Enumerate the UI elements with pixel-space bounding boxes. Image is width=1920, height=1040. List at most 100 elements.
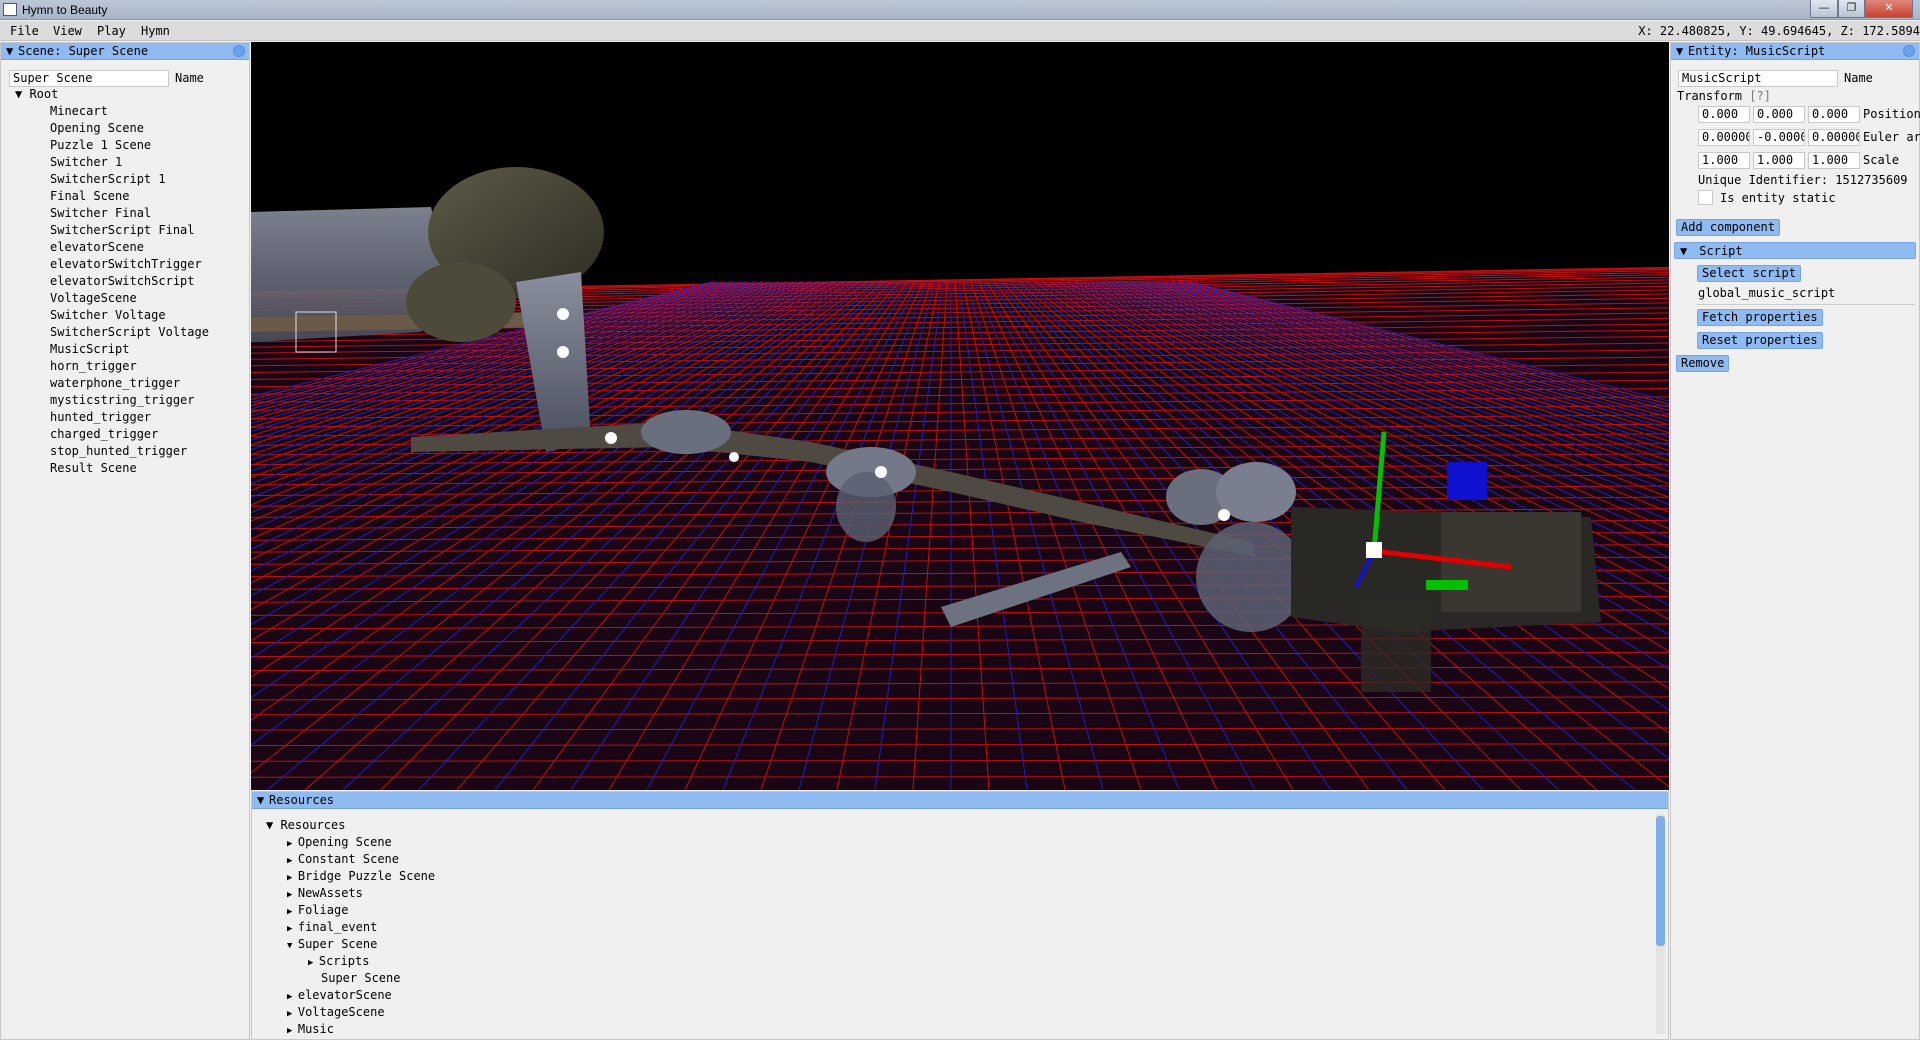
collapsed-arrow-icon[interactable]: ▶ xyxy=(287,839,298,849)
scale-y-input[interactable]: 1.000 xyxy=(1753,152,1805,169)
gizmo-center-handle[interactable] xyxy=(1366,542,1382,558)
resources-root[interactable]: ▼ Resources xyxy=(266,818,345,832)
resources-scrollbar[interactable] xyxy=(1656,814,1665,1034)
collapsed-arrow-icon[interactable]: ▶ xyxy=(287,924,298,934)
collapsed-arrow-icon[interactable]: ▶ xyxy=(287,907,298,917)
gizmo-plane-handle[interactable] xyxy=(1447,462,1487,500)
gizmo-plane-handle-green[interactable] xyxy=(1426,580,1468,590)
remove-component-button[interactable]: Remove xyxy=(1676,355,1730,372)
scene-entity-item[interactable]: mysticstring_trigger xyxy=(50,393,195,407)
menu-view[interactable]: View xyxy=(53,24,82,38)
scene-entity-item[interactable]: Switcher 1 xyxy=(50,155,122,169)
scene-panel-header[interactable]: ▼ Scene: Super Scene xyxy=(1,43,249,60)
scrollbar-thumb[interactable] xyxy=(1656,816,1665,946)
resources-panel: ▼ Resources ▼ Resources ▶ Opening Scene ▶ … xyxy=(251,791,1669,1040)
script-component-header[interactable]: ▼ Script xyxy=(1674,242,1916,259)
entity-name-label: Name xyxy=(1844,71,1873,85)
collapsed-arrow-icon[interactable]: ▶ xyxy=(308,958,319,968)
menu-file[interactable]: File xyxy=(10,24,39,38)
scene-entity-item[interactable]: Minecart xyxy=(50,104,108,118)
position-x-input[interactable]: 0.000 xyxy=(1698,106,1750,123)
euler-label: Euler ar xyxy=(1863,130,1920,144)
resources-root-label: Resources xyxy=(280,818,346,832)
scene-entity-item[interactable]: stop_hunted_trigger xyxy=(50,444,187,458)
scene-entity-item[interactable]: MusicScript xyxy=(50,342,129,356)
is-static-checkbox[interactable] xyxy=(1698,190,1713,205)
scale-label: Scale xyxy=(1863,153,1900,167)
scene-name-input[interactable]: Super Scene xyxy=(9,70,169,87)
scene-entity-item[interactable]: SwitcherScript Final xyxy=(50,223,195,237)
resource-item[interactable]: ▶ elevatorScene xyxy=(287,988,392,1002)
collapsed-arrow-icon[interactable]: ▶ xyxy=(287,992,298,1002)
scene-entity-item[interactable]: elevatorSwitchTrigger xyxy=(50,257,202,271)
resource-item[interactable]: ▶ Music xyxy=(287,1022,334,1036)
collapsed-arrow-icon[interactable]: ▶ xyxy=(287,1009,298,1019)
menu-play[interactable]: Play xyxy=(97,24,126,38)
resource-item[interactable]: ▶ Bridge Puzzle Scene xyxy=(287,869,435,883)
reset-properties-button[interactable]: Reset properties xyxy=(1697,332,1823,349)
resource-item-label: Scripts xyxy=(318,954,370,968)
maximize-button[interactable]: ❐ xyxy=(1838,0,1865,18)
unique-identifier: Unique Identifier: 1512735609 xyxy=(1698,173,1908,187)
scene-entity-item[interactable]: SwitcherScript 1 xyxy=(50,172,166,186)
close-button[interactable]: ✕ xyxy=(1865,0,1913,18)
menu-hymn[interactable]: Hymn xyxy=(141,24,170,38)
fetch-properties-button[interactable]: Fetch properties xyxy=(1697,309,1823,326)
scene-entity-item[interactable]: Switcher Final xyxy=(50,206,151,220)
resource-item[interactable]: ▶ final_event xyxy=(287,920,377,934)
select-script-button[interactable]: Select script xyxy=(1697,265,1801,282)
scene-entity-item[interactable]: charged_trigger xyxy=(50,427,158,441)
3d-viewport[interactable] xyxy=(251,42,1669,790)
scene-entity-item[interactable]: Final Scene xyxy=(50,189,129,203)
scale-z-input[interactable]: 1.000 xyxy=(1808,152,1860,169)
resources-panel-header[interactable]: ▼ Resources xyxy=(252,792,1668,809)
collapsed-arrow-icon[interactable]: ▶ xyxy=(287,873,298,883)
scene-entity-item[interactable]: elevatorScene xyxy=(50,240,144,254)
collapsed-arrow-icon[interactable]: ▶ xyxy=(287,856,298,866)
scene-entity-item[interactable]: Switcher Voltage xyxy=(50,308,166,322)
panel-close-button[interactable] xyxy=(233,45,245,57)
entity-panel-header[interactable]: ▼ Entity: MusicScript xyxy=(1671,43,1919,60)
help-marker[interactable]: [?] xyxy=(1749,89,1771,103)
minimize-button[interactable]: — xyxy=(1810,0,1838,18)
euler-z-input[interactable]: 0.00000 xyxy=(1808,129,1860,146)
app-icon xyxy=(3,3,17,16)
scene-entity-item[interactable]: Opening Scene xyxy=(50,121,144,135)
collapse-caret-icon[interactable]: ▼ xyxy=(6,43,18,59)
scale-x-input[interactable]: 1.000 xyxy=(1698,152,1750,169)
collapse-caret-icon[interactable]: ▼ xyxy=(1680,243,1692,259)
scene-entity-item[interactable]: waterphone_trigger xyxy=(50,376,180,390)
scene-entity-item[interactable]: hunted_trigger xyxy=(50,410,151,424)
resource-item[interactable]: ▶ Scripts xyxy=(308,954,369,968)
resource-item[interactable]: ▶ Opening Scene xyxy=(287,835,392,849)
position-y-input[interactable]: 0.000 xyxy=(1753,106,1805,123)
resource-item[interactable]: ▶ Foliage xyxy=(287,903,348,917)
scene-entity-item[interactable]: Result Scene xyxy=(50,461,137,475)
collapsed-arrow-icon[interactable]: ▶ xyxy=(287,890,298,900)
euler-y-input[interactable]: -0.0000 xyxy=(1753,129,1805,146)
scene-entity-item[interactable]: SwitcherScript Voltage xyxy=(50,325,209,339)
resource-item[interactable]: ▶ VoltageScene xyxy=(287,1005,385,1019)
scene-entity-item[interactable]: VoltageScene xyxy=(50,291,137,305)
scene-entity-item[interactable]: elevatorSwitchScript xyxy=(50,274,195,288)
euler-x-input[interactable]: 0.00000 xyxy=(1698,129,1750,146)
collapse-caret-icon[interactable]: ▼ xyxy=(1676,43,1688,59)
add-component-button[interactable]: Add component xyxy=(1676,219,1780,236)
position-z-input[interactable]: 0.000 xyxy=(1808,106,1860,123)
resource-item[interactable]: ▼ Super Scene xyxy=(287,937,377,951)
resource-item[interactable]: ▶ NewAssets xyxy=(287,886,363,900)
entity-name-input[interactable]: MusicScript xyxy=(1678,70,1838,87)
expanded-arrow-icon[interactable]: ▼ xyxy=(287,941,298,951)
scene-entity-item[interactable]: Puzzle 1 Scene xyxy=(50,138,151,152)
tree-root[interactable]: ▼ Root xyxy=(15,87,58,101)
scene-render[interactable] xyxy=(251,42,1669,790)
scene-entity-item[interactable]: horn_trigger xyxy=(50,359,137,373)
resource-item-label: Music xyxy=(297,1022,334,1036)
collapsed-arrow-icon[interactable]: ▶ xyxy=(287,1026,298,1036)
transform-label: Transform [?] xyxy=(1677,89,1771,103)
collapse-caret-icon[interactable]: ▼ xyxy=(257,792,269,808)
resource-item[interactable]: ▶ Constant Scene xyxy=(287,852,399,866)
resource-item[interactable]: Super Scene xyxy=(321,971,400,985)
entity-panel: ▼ Entity: MusicScript MusicScript Name Tr… xyxy=(1670,42,1920,1040)
panel-close-button[interactable] xyxy=(1903,45,1915,57)
